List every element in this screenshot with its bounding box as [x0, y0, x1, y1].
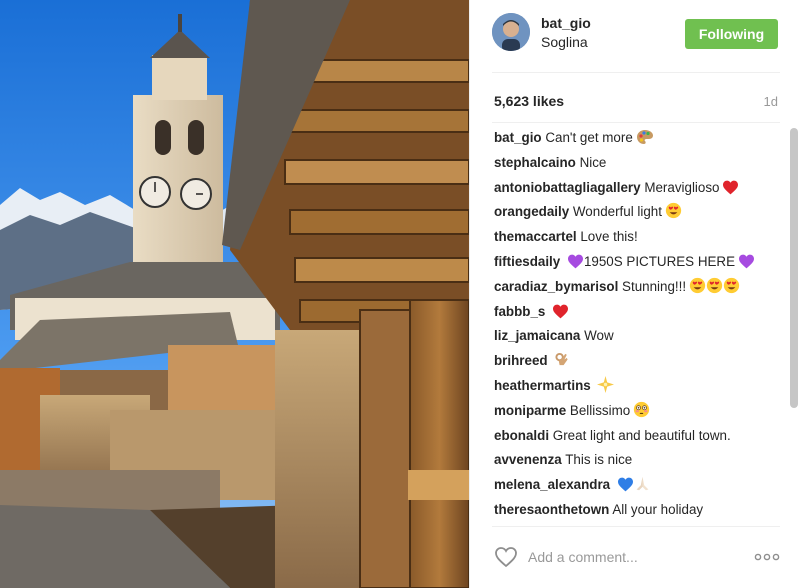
likes-count[interactable]: 5,623 likes — [494, 93, 564, 109]
comment-username[interactable]: themaccartel — [494, 229, 577, 244]
comment-row: stephalcaino Nice — [494, 151, 786, 176]
more-options-icon[interactable] — [754, 553, 780, 561]
comment-username[interactable]: orangedaily — [494, 204, 569, 219]
comment-row: themaccartel Love this! — [494, 225, 786, 250]
comment-row: liz_jamaicana Wow — [494, 324, 786, 349]
comment-username[interactable]: caradiaz_bymarisol — [494, 279, 618, 294]
palette-icon — [636, 129, 654, 151]
comment-text: Stunning!!! — [622, 278, 687, 294]
comment-row: avvenenza This is nice — [494, 448, 786, 473]
avatar[interactable] — [492, 13, 530, 51]
post-location[interactable]: Soglina — [541, 34, 588, 50]
comment-row: caradiaz_bymarisol Stunning!!! — [494, 275, 786, 300]
comment-username[interactable]: theresaonthetown — [494, 502, 609, 517]
add-comment-input[interactable] — [528, 546, 738, 568]
comment-text: Love this! — [580, 229, 638, 245]
divider — [492, 122, 780, 123]
comment-text: This is nice — [565, 452, 633, 468]
divider — [492, 72, 780, 73]
comment-row: moniparme Bellissimo — [494, 399, 786, 424]
comment-text: Meraviglioso — [644, 179, 720, 195]
post-timestamp[interactable]: 1d — [764, 94, 778, 109]
red-heart-icon — [722, 179, 739, 201]
heart-eyes-icon — [665, 202, 682, 225]
comment-row: melena_alexandra — [494, 473, 786, 498]
comment-row: heathermartins — [494, 374, 786, 399]
comment-text: 1950S PICTURES HERE — [583, 253, 736, 269]
post-header: bat_gio Soglina Following — [470, 0, 800, 72]
comment-username[interactable]: stephalcaino — [494, 155, 576, 170]
comment-row: antoniobattagliagallery Meraviglioso — [494, 176, 786, 201]
comment-username[interactable]: bat_gio — [494, 130, 542, 145]
comment-username[interactable]: melena_alexandra — [494, 477, 610, 492]
avatar-image — [492, 13, 530, 51]
heart-outline-icon[interactable] — [494, 546, 518, 568]
comment-bar — [470, 527, 800, 588]
comment-text: All your holiday — [612, 501, 704, 517]
comment-username[interactable]: liz_jamaicana — [494, 328, 580, 343]
post-username[interactable]: bat_gio — [541, 15, 591, 31]
red-heart-icon — [552, 303, 569, 325]
purple-heart-icon — [567, 253, 584, 275]
sparkle-icon — [597, 375, 615, 399]
comment-text: Bellissimo — [569, 402, 631, 418]
comment-row: fabbb_s — [494, 300, 786, 325]
flushed-face-icon — [633, 401, 650, 424]
comment-row: theresaonthetown All your holiday — [494, 498, 786, 522]
comments-scrollbar[interactable] — [790, 128, 798, 408]
ok-hand-icon — [554, 351, 570, 374]
comment-text: Wonderful light — [572, 204, 662, 220]
comment-text: Great light and beautiful town. — [552, 427, 731, 443]
comment-username[interactable]: moniparme — [494, 403, 566, 418]
comment-text: Can't get more — [545, 130, 633, 145]
comment-text: Nice — [579, 154, 607, 170]
comment-username[interactable]: ebonaldi — [494, 428, 549, 443]
comment-username[interactable]: fiftiesdaily — [494, 254, 560, 269]
following-button[interactable]: Following — [685, 19, 778, 49]
heart-eyes-icon — [689, 277, 706, 300]
post-photo-image — [0, 0, 469, 588]
blue-heart-icon — [617, 476, 634, 498]
comment-row: bat_gio Can't get more — [494, 126, 786, 151]
comment-username[interactable]: brihreed — [494, 353, 548, 368]
comment-username[interactable]: fabbb_s — [494, 304, 545, 319]
purple-heart-icon — [738, 253, 755, 275]
post-photo[interactable] — [0, 0, 469, 588]
comment-row: fiftiesdaily 1950S PICTURES HERE — [494, 250, 786, 275]
heart-eyes-icon — [723, 277, 740, 300]
heart-eyes-icon — [706, 277, 723, 300]
comments-list[interactable]: bat_gio Can't get more stephalcaino Nice a… — [494, 126, 786, 522]
praying-hands-icon — [634, 475, 651, 498]
comment-username[interactable]: antoniobattagliagallery — [494, 180, 641, 195]
comment-row: ebonaldi Great light and beautiful town. — [494, 424, 786, 449]
comment-row: orangedaily Wonderful light — [494, 200, 786, 225]
comment-text: Wow — [584, 328, 614, 344]
comment-username[interactable]: heathermartins — [494, 378, 591, 393]
comment-row: brihreed — [494, 349, 786, 374]
comment-username[interactable]: avvenenza — [494, 452, 562, 467]
post-side-panel: bat_gio Soglina Following 5,623 likes 1d… — [469, 0, 800, 588]
